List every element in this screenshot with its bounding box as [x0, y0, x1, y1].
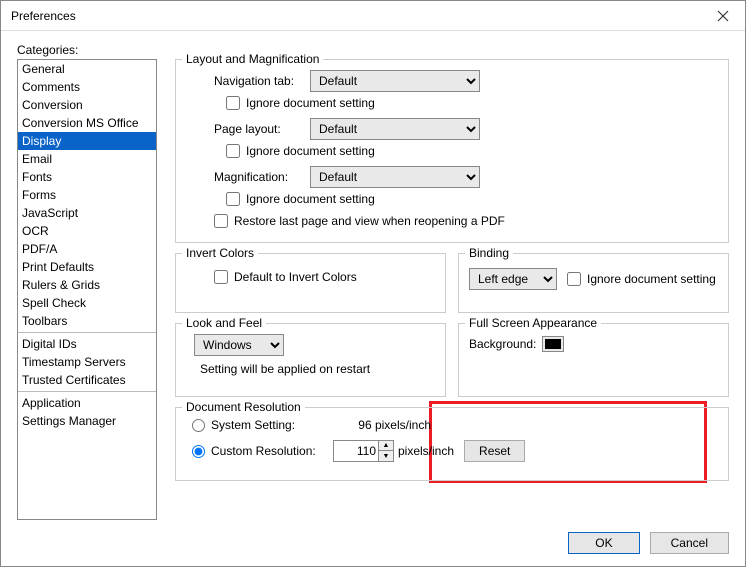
sidebar-item-display[interactable]: Display — [18, 132, 156, 150]
custom-resolution-input[interactable] — [334, 441, 378, 461]
page-ignore-checkbox[interactable] — [226, 144, 240, 158]
spinner-arrows[interactable]: ▲ ▼ — [378, 441, 393, 461]
chevron-up-icon[interactable]: ▲ — [379, 441, 393, 451]
system-setting-value: 96 pixels/inch — [341, 418, 431, 432]
reset-button[interactable]: Reset — [464, 440, 525, 462]
sidebar-item-javascript[interactable]: JavaScript — [18, 204, 156, 222]
look-and-feel-hint: Setting will be applied on restart — [200, 362, 435, 376]
cancel-button[interactable]: Cancel — [650, 532, 729, 554]
sidebar-item-conversion-ms-office[interactable]: Conversion MS Office — [18, 114, 156, 132]
sidebar-item-email[interactable]: Email — [18, 150, 156, 168]
binding-select[interactable]: Left edge — [469, 268, 557, 290]
page-ignore-label: Ignore document setting — [246, 144, 375, 158]
group-title: Look and Feel — [182, 316, 266, 330]
group-title: Binding — [465, 246, 513, 260]
sidebar-item-rulers-grids[interactable]: Rulers & Grids — [18, 276, 156, 294]
sidebar-item-digital-ids[interactable]: Digital IDs — [18, 335, 156, 353]
group-look-and-feel: Look and Feel Windows Setting will be ap… — [175, 323, 446, 397]
navigation-tab-label: Navigation tab: — [214, 74, 310, 88]
mag-ignore-checkbox[interactable] — [226, 192, 240, 206]
group-full-screen-appearance: Full Screen Appearance Background: — [458, 323, 729, 397]
page-layout-select[interactable]: Default — [310, 118, 480, 140]
sidebar-item-application[interactable]: Application — [18, 394, 156, 412]
sidebar-item-timestamp-servers[interactable]: Timestamp Servers — [18, 353, 156, 371]
sidebar-item-print-defaults[interactable]: Print Defaults — [18, 258, 156, 276]
magnification-label: Magnification: — [214, 170, 310, 184]
sidebar-item-comments[interactable]: Comments — [18, 78, 156, 96]
restore-last-page-checkbox[interactable] — [214, 214, 228, 228]
default-invert-label: Default to Invert Colors — [234, 270, 357, 284]
nav-ignore-label: Ignore document setting — [246, 96, 375, 110]
sidebar-item-spell-check[interactable]: Spell Check — [18, 294, 156, 312]
custom-resolution-radio[interactable] — [192, 445, 205, 458]
settings-panel: Layout and Magnification Navigation tab:… — [157, 59, 729, 520]
titlebar: Preferences — [1, 1, 745, 31]
separator — [18, 391, 156, 392]
sidebar-item-toolbars[interactable]: Toolbars — [18, 312, 156, 330]
sidebar-item-pdf-a[interactable]: PDF/A — [18, 240, 156, 258]
group-document-resolution: Document Resolution System Setting: 96 p… — [175, 407, 729, 481]
group-binding: Binding Left edge Ignore document settin… — [458, 253, 729, 313]
chevron-down-icon[interactable]: ▼ — [379, 451, 393, 461]
separator — [18, 332, 156, 333]
sidebar-item-ocr[interactable]: OCR — [18, 222, 156, 240]
mag-ignore-label: Ignore document setting — [246, 192, 375, 206]
sidebar-item-fonts[interactable]: Fonts — [18, 168, 156, 186]
group-title: Full Screen Appearance — [465, 316, 601, 330]
sidebar-item-trusted-certificates[interactable]: Trusted Certificates — [18, 371, 156, 389]
system-setting-radio[interactable] — [192, 419, 205, 432]
custom-resolution-spinner[interactable]: ▲ ▼ — [333, 440, 394, 462]
background-label: Background: — [469, 337, 536, 351]
page-layout-label: Page layout: — [214, 122, 310, 136]
group-title: Invert Colors — [182, 246, 258, 260]
navigation-tab-select[interactable]: Default — [310, 70, 480, 92]
sidebar-item-general[interactable]: General — [18, 60, 156, 78]
restore-last-page-label: Restore last page and view when reopenin… — [234, 214, 505, 228]
system-setting-label: System Setting: — [211, 418, 341, 432]
nav-ignore-checkbox[interactable] — [226, 96, 240, 110]
resolution-unit: pixels/inch — [398, 444, 454, 458]
color-preview — [545, 339, 561, 349]
window-title: Preferences — [11, 9, 76, 23]
binding-ignore-label: Ignore document setting — [587, 272, 716, 286]
ok-button[interactable]: OK — [568, 532, 639, 554]
dialog-body: Categories: GeneralCommentsConversionCon… — [1, 31, 745, 520]
sidebar-item-conversion[interactable]: Conversion — [18, 96, 156, 114]
sidebar-item-settings-manager[interactable]: Settings Manager — [18, 412, 156, 430]
group-invert-colors: Invert Colors Default to Invert Colors — [175, 253, 446, 313]
custom-resolution-label: Custom Resolution: — [211, 444, 329, 458]
sidebar-item-forms[interactable]: Forms — [18, 186, 156, 204]
categories-label: Categories: — [17, 43, 729, 57]
close-button[interactable] — [701, 1, 745, 31]
dialog-footer: OK Cancel — [1, 520, 745, 566]
categories-list[interactable]: GeneralCommentsConversionConversion MS O… — [17, 59, 157, 520]
close-icon — [717, 10, 729, 22]
group-layout-magnification: Layout and Magnification Navigation tab:… — [175, 59, 729, 243]
group-title: Document Resolution — [182, 400, 305, 414]
look-and-feel-select[interactable]: Windows — [194, 334, 284, 356]
binding-ignore-checkbox[interactable] — [567, 272, 581, 286]
background-color-swatch[interactable] — [542, 336, 564, 352]
group-title: Layout and Magnification — [182, 52, 323, 66]
default-invert-checkbox[interactable] — [214, 270, 228, 284]
magnification-select[interactable]: Default — [310, 166, 480, 188]
